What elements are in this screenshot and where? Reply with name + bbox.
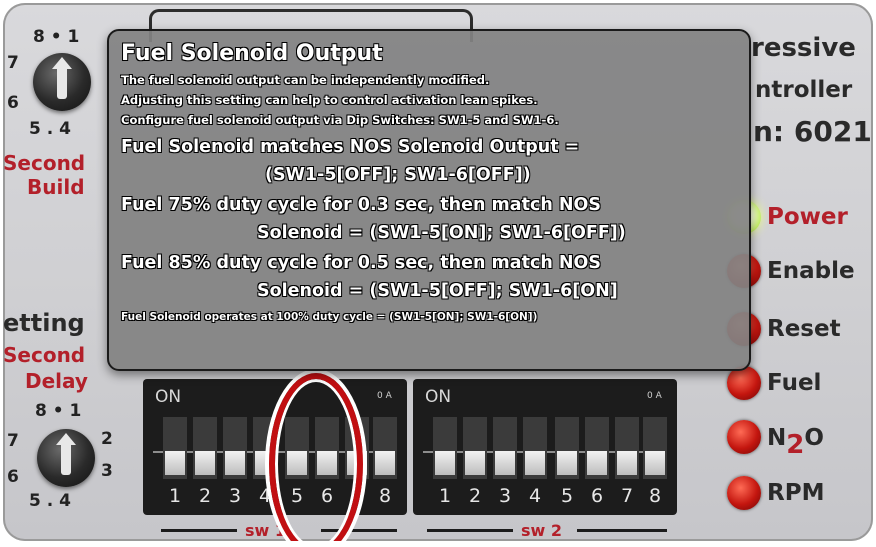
- dip-switch-8[interactable]: [373, 417, 397, 479]
- led-rpm: RPM: [727, 473, 824, 513]
- tooltip-intro-3: Configure fuel solenoid output via Dip S…: [121, 113, 559, 127]
- dial-number-bottom: 5 . 4: [29, 119, 71, 139]
- dip-number: 3: [498, 485, 512, 507]
- led-label-enable: Enable: [767, 258, 855, 284]
- fuel-led-icon: [727, 366, 761, 400]
- led-label-n2o: N2O: [767, 422, 824, 460]
- dip-number: 4: [528, 485, 542, 507]
- dial-arrow-icon: [52, 57, 72, 69]
- dial-arrow-icon: [56, 433, 76, 445]
- tooltip-option-3-line-2: Solenoid = (SW1-5[OFF]; SW1-6[ON]: [257, 281, 618, 301]
- dip-number: 7: [620, 485, 634, 507]
- tooltip-intro-2: Adjusting this setting can help to contr…: [121, 93, 538, 107]
- led-label-fuel: Fuel: [767, 370, 822, 396]
- dip-number: 1: [438, 485, 452, 507]
- dip-number: 6: [590, 485, 604, 507]
- dip-tiny-label: 0 A: [377, 391, 392, 401]
- second-build-label-2: Build: [27, 175, 85, 199]
- led-n2o: N2O: [727, 417, 824, 460]
- dip-tiny-label: 0 A: [647, 391, 662, 401]
- brand-text-line-1: ressive: [751, 33, 856, 63]
- dip-on-label: ON: [155, 387, 182, 407]
- dial-number-7: 7: [7, 431, 19, 451]
- dip-switch-2[interactable]: [463, 417, 487, 479]
- sw2-caption: sw 2: [521, 521, 563, 540]
- build-time-dial[interactable]: [33, 53, 91, 111]
- sw1-rule-left: [161, 529, 237, 532]
- led-label-reset: Reset: [767, 316, 841, 342]
- led-label-rpm: RPM: [767, 480, 825, 506]
- n2o-n: N: [767, 425, 787, 451]
- sw2-rule-left: [427, 529, 513, 532]
- dip-number: 1: [168, 485, 182, 507]
- brand-text-line-2: ntroller: [755, 77, 853, 103]
- switch-highlight-ellipse: [269, 373, 363, 541]
- fuel-solenoid-tooltip: Fuel Solenoid Output The fuel solenoid o…: [107, 29, 751, 371]
- tooltip-option-1-line-1: Fuel Solenoid matches NOS Solenoid Outpu…: [121, 137, 580, 157]
- dip-number: 8: [378, 485, 392, 507]
- led-label-power: Power: [767, 204, 848, 230]
- tooltip-option-2-line-2: Solenoid = (SW1-5[ON]; SW1-6[OFF]): [257, 223, 626, 243]
- dip-switch-1[interactable]: [163, 417, 187, 479]
- dip-switch-3[interactable]: [493, 417, 517, 479]
- delay-dial[interactable]: [37, 429, 95, 487]
- tooltip-title: Fuel Solenoid Output: [121, 41, 383, 66]
- sw2-rule-right: [577, 529, 667, 532]
- build-time-dial-group: 8 • 1 7 6 5 . 4: [3, 25, 113, 145]
- model-number: n: 6021: [753, 115, 872, 148]
- n2o-o: O: [804, 425, 824, 451]
- dial-number-top: 8 • 1: [33, 27, 80, 47]
- second-build-label-1: Second: [3, 151, 86, 175]
- n2o-subscript: 2: [786, 430, 805, 460]
- dip-switch-7[interactable]: [615, 417, 639, 479]
- dip-switch-3[interactable]: [223, 417, 247, 479]
- tooltip-intro-1: The fuel solenoid output can be independ…: [121, 73, 490, 87]
- tooltip-option-3-line-1: Fuel 85% duty cycle for 0.5 sec, then ma…: [121, 253, 602, 273]
- dial-number-6: 6: [7, 467, 19, 487]
- tooltip-option-2-line-1: Fuel 75% duty cycle for 0.3 sec, then ma…: [121, 195, 602, 215]
- tooltip-footer: Fuel Solenoid operates at 100% duty cycl…: [121, 311, 538, 323]
- second-delay-label-2: Delay: [25, 369, 88, 393]
- rpm-led-icon: [727, 476, 761, 510]
- dip-on-label: ON: [425, 387, 452, 407]
- dip-switch-4[interactable]: [523, 417, 547, 479]
- dip-number: 5: [560, 485, 574, 507]
- dial-number-top: 8 • 1: [35, 401, 82, 421]
- dip-number: 2: [198, 485, 212, 507]
- n2o-led-icon: [727, 420, 761, 454]
- dip-number: 2: [468, 485, 482, 507]
- dip-switch-2[interactable]: [193, 417, 217, 479]
- dial-number-2: 2: [101, 429, 113, 449]
- dip-switch-5[interactable]: [555, 417, 579, 479]
- dial-number-7: 7: [7, 53, 19, 73]
- second-delay-label-1: Second: [3, 343, 86, 367]
- dip-switch-1[interactable]: [433, 417, 457, 479]
- dip-number: 8: [648, 485, 662, 507]
- dip-switch-6[interactable]: [585, 417, 609, 479]
- dial-number-3: 3: [101, 461, 113, 481]
- dial-number-bottom: 5 . 4: [29, 491, 71, 511]
- dip-number: 3: [228, 485, 242, 507]
- tooltip-option-1-line-2: (SW1-5[OFF]; SW1-6[OFF]): [265, 165, 531, 185]
- dip-switch-8[interactable]: [643, 417, 667, 479]
- setting-label: etting: [3, 309, 85, 337]
- dip-switch-bank-2: ON 0 A 1 2 3 4 5 6 7 8: [413, 379, 677, 515]
- controller-panel: ressive ntroller n: 6021 8 • 1 7 6 5 . 4…: [3, 3, 873, 541]
- delay-dial-group: 8 • 1 7 6 2 3 5 . 4: [3, 401, 113, 521]
- dial-number-6: 6: [7, 93, 19, 113]
